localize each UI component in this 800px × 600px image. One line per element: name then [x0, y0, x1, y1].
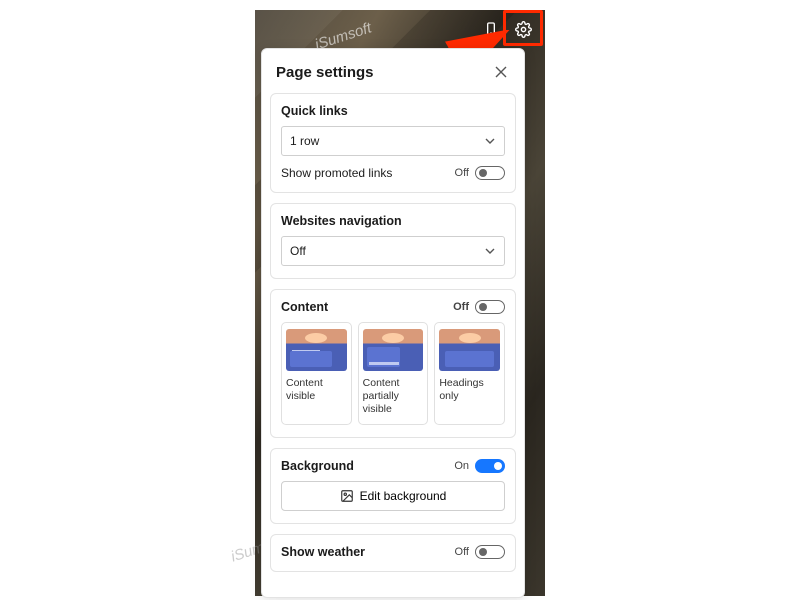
tile-headings-only[interactable]: Headings only [434, 322, 505, 425]
toggle-state-label: Off [455, 546, 469, 558]
tile-thumbnail [439, 329, 500, 371]
close-icon [495, 66, 507, 78]
section-background: Background On Edit background [270, 448, 516, 524]
section-websites-navigation: Websites navigation Off [270, 203, 516, 279]
tile-caption: Content partially visible [363, 377, 424, 416]
tile-content-visible[interactable]: Content visible [281, 322, 352, 425]
tile-caption: Content visible [286, 377, 347, 403]
background-toggle[interactable] [475, 459, 505, 473]
chevron-down-icon [484, 135, 496, 147]
image-icon [340, 489, 354, 503]
gear-icon[interactable] [509, 15, 537, 43]
weather-toggle[interactable] [475, 545, 505, 559]
tile-thumbnail [286, 329, 347, 371]
promoted-links-label: Show promoted links [281, 166, 392, 180]
top-icon-bar [472, 14, 542, 44]
section-title: Quick links [281, 104, 505, 118]
toggle-state-label: Off [453, 301, 469, 313]
section-title: Websites navigation [281, 214, 505, 228]
chevron-down-icon [484, 245, 496, 257]
section-content: Content Off Content visible Content part… [270, 289, 516, 438]
panel-title: Page settings [276, 64, 374, 81]
tile-caption: Headings only [439, 377, 500, 403]
quick-links-select[interactable]: 1 row [281, 126, 505, 156]
tile-content-partially-visible[interactable]: Content partially visible [358, 322, 429, 425]
promoted-links-toggle[interactable] [475, 166, 505, 180]
mobile-icon[interactable] [477, 15, 505, 43]
toggle-state-label: On [454, 460, 469, 472]
websites-nav-select[interactable]: Off [281, 236, 505, 266]
select-value: 1 row [290, 134, 319, 148]
panel-scroll[interactable]: Quick links 1 row Show promoted links Of… [262, 93, 524, 598]
page-settings-panel: Page settings Quick links 1 row Show pro… [261, 48, 525, 598]
content-toggle[interactable] [475, 300, 505, 314]
section-title: Show weather [281, 545, 365, 559]
content-layout-tiles: Content visible Content partially visibl… [281, 322, 505, 425]
section-quick-links: Quick links 1 row Show promoted links Of… [270, 93, 516, 193]
edit-background-label: Edit background [360, 489, 447, 503]
toggle-state-label: Off [455, 167, 469, 179]
section-weather: Show weather Off [270, 534, 516, 572]
tile-thumbnail [363, 329, 424, 371]
close-button[interactable] [490, 61, 512, 83]
section-title: Content [281, 300, 328, 314]
section-title: Background [281, 459, 354, 473]
select-value: Off [290, 244, 306, 258]
edit-background-button[interactable]: Edit background [281, 481, 505, 511]
